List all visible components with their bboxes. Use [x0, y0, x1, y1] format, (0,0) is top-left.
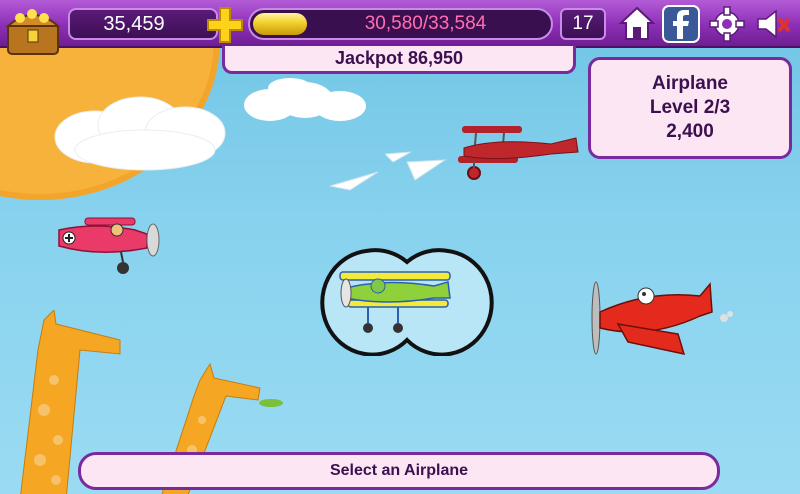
jackpot-label: Jackpot 86,950: [334, 48, 464, 68]
select-prompt-bar[interactable]: Select an Airplane: [78, 452, 720, 490]
facebook-icon[interactable]: [662, 5, 700, 43]
red-plane-right[interactable]: [588, 274, 738, 364]
item-value: 2,400: [666, 121, 714, 142]
airplane-info-panel: Airplane Level 2/3 2,400: [588, 57, 792, 159]
paper-plane-icon: [330, 171, 379, 191]
airplane-selector-scope[interactable]: [316, 248, 498, 356]
top-hud: 35,459 30,580/33,584 17: [0, 0, 800, 55]
pink-plane-left[interactable]: [55, 212, 163, 276]
mute-icon[interactable]: [754, 5, 792, 43]
cloud-large: [54, 96, 226, 171]
player-level-value: 17: [572, 13, 594, 34]
coin-balance: 35,459: [68, 8, 218, 40]
jackpot-banner: Jackpot 86,950: [222, 46, 576, 74]
red-biplane-top[interactable]: [456, 118, 582, 184]
player-level: 17: [560, 8, 606, 40]
leaf-icon: [259, 399, 283, 407]
home-icon[interactable]: [618, 5, 656, 43]
plus-icon[interactable]: [206, 6, 244, 44]
cloud-small: [268, 78, 312, 98]
select-prompt-label: Select an Airplane: [329, 462, 469, 479]
coin-balance-value: 35,459: [103, 12, 165, 35]
xp-progress-bar: 30,580/33,584: [248, 8, 553, 40]
item-name: Airplane: [651, 73, 729, 94]
xp-progress-text: 30,580/33,584: [364, 13, 487, 34]
paper-plane-icon: [385, 151, 412, 163]
item-level: Level 2/3: [649, 97, 731, 118]
chest-icon[interactable]: [2, 0, 64, 62]
gear-icon[interactable]: [708, 5, 746, 43]
